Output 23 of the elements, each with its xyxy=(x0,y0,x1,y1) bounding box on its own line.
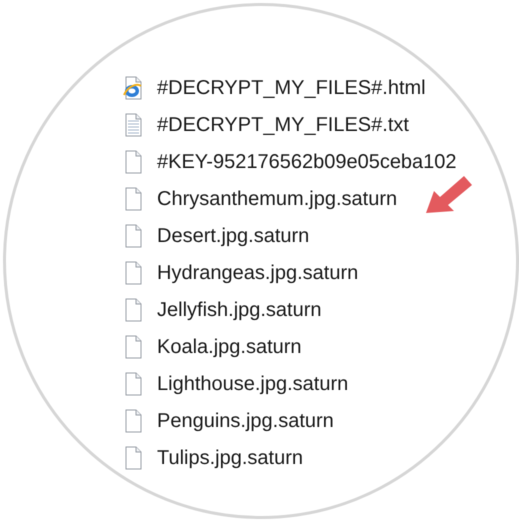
file-name: #DECRYPT_MY_FILES#.txt xyxy=(157,113,409,138)
file-name: Chrysanthemum.jpg.saturn xyxy=(157,187,398,212)
file-name: #KEY-952176562b09e05ceba102 xyxy=(157,150,457,175)
file-row[interactable]: Chrysanthemum.jpg.saturn xyxy=(123,186,519,212)
file-row[interactable]: #KEY-952176562b09e05ceba102 xyxy=(123,149,519,175)
file-row[interactable]: #DECRYPT_MY_FILES#.html xyxy=(123,75,519,101)
file-row[interactable]: Lighthouse.jpg.saturn xyxy=(123,371,519,397)
file-name: Koala.jpg.saturn xyxy=(157,335,302,360)
file-row[interactable]: #DECRYPT_MY_FILES#.txt xyxy=(123,112,519,138)
file-row[interactable]: Penguins.jpg.saturn xyxy=(123,408,519,434)
file-row[interactable]: Desert.jpg.saturn xyxy=(123,223,519,249)
file-name: Penguins.jpg.saturn xyxy=(157,409,334,434)
file-name: Lighthouse.jpg.saturn xyxy=(157,372,348,397)
arrow-icon xyxy=(424,174,474,216)
file-row[interactable]: Jellyfish.jpg.saturn xyxy=(123,297,519,323)
file-name: Tulips.jpg.saturn xyxy=(157,446,303,471)
file-row[interactable]: Tulips.jpg.saturn xyxy=(123,445,519,471)
file-name: Desert.jpg.saturn xyxy=(157,224,310,249)
file-row[interactable]: Koala.jpg.saturn xyxy=(123,334,519,360)
file-name: Jellyfish.jpg.saturn xyxy=(157,298,322,323)
file-row[interactable]: Hydrangeas.jpg.saturn xyxy=(123,260,519,286)
file-name: Hydrangeas.jpg.saturn xyxy=(157,261,358,286)
file-name: #DECRYPT_MY_FILES#.html xyxy=(157,76,426,101)
